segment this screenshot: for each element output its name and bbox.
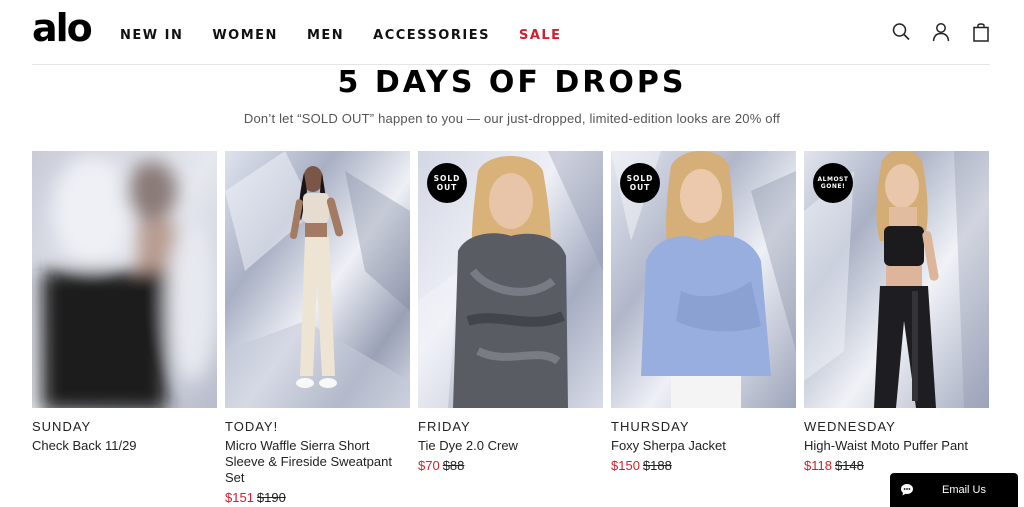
product-price: $118 $148 xyxy=(804,458,989,473)
model-waffle-set-image xyxy=(225,151,410,408)
product-name[interactable]: Micro Waffle Sierra Short Sleeve & Fires… xyxy=(225,438,410,486)
product-day: FRIDAY xyxy=(418,419,471,434)
product-day: TODAY! xyxy=(225,419,279,434)
header-icons xyxy=(892,22,990,42)
product-card-thursday[interactable]: SOLD OUT THURSDAY Foxy Sherpa Jacket $150… xyxy=(611,151,796,505)
bag-icon[interactable] xyxy=(972,22,990,42)
product-day: WEDNESDAY xyxy=(804,419,896,434)
chat-bubble-icon xyxy=(901,484,913,496)
product-price: $70 $88 xyxy=(418,458,603,473)
sale-price: $151 xyxy=(225,490,254,505)
email-us-button[interactable]: Email Us xyxy=(890,473,1018,507)
alo-logo[interactable]: alo xyxy=(32,8,93,48)
email-us-label: Email Us xyxy=(942,484,987,496)
sale-price: $150 xyxy=(611,458,640,473)
main-nav: NEW IN WOMEN MEN ACCESSORIES SALE xyxy=(120,28,591,43)
original-price: $88 xyxy=(442,458,465,473)
nav-sale[interactable]: SALE xyxy=(519,28,562,43)
product-name[interactable]: Check Back 11/29 xyxy=(32,438,217,454)
product-image[interactable]: ALMOST GONE! xyxy=(804,151,989,408)
product-day: SUNDAY xyxy=(32,419,92,434)
sold-out-badge: SOLD OUT xyxy=(427,163,467,203)
product-name[interactable]: Foxy Sherpa Jacket xyxy=(611,438,796,454)
nav-accessories[interactable]: ACCESSORIES xyxy=(373,28,490,43)
nav-men[interactable]: MEN xyxy=(307,28,344,43)
product-card-today[interactable]: TODAY! Micro Waffle Sierra Short Sleeve … xyxy=(225,151,410,505)
product-price: $150 $188 xyxy=(611,458,796,473)
product-price: $151 $190 xyxy=(225,490,410,505)
original-price: $190 xyxy=(256,490,286,505)
original-price: $188 xyxy=(642,458,672,473)
sale-price: $118 xyxy=(804,458,832,473)
sale-price: $70 xyxy=(418,458,440,473)
product-name[interactable]: Tie Dye 2.0 Crew xyxy=(418,438,603,454)
product-name[interactable]: High-Waist Moto Puffer Pant xyxy=(804,438,989,454)
product-day: THURSDAY xyxy=(611,419,690,434)
product-image[interactable] xyxy=(225,151,410,408)
almost-gone-badge: ALMOST GONE! xyxy=(813,163,853,203)
sold-out-badge: SOLD OUT xyxy=(620,163,660,203)
nav-new-in[interactable]: NEW IN xyxy=(120,28,183,43)
nav-women[interactable]: WOMEN xyxy=(212,28,278,43)
page-subtitle: Don’t let “SOLD OUT” happen to you — our… xyxy=(243,111,781,126)
product-grid: SUNDAY Check Back 11/29 TODAY! Micro Waf… xyxy=(32,151,990,505)
search-icon[interactable] xyxy=(892,22,910,42)
product-image[interactable] xyxy=(32,151,217,408)
product-image[interactable]: SOLD OUT xyxy=(611,151,796,408)
product-card-sunday[interactable]: SUNDAY Check Back 11/29 xyxy=(32,151,217,505)
blurred-teaser-image xyxy=(32,151,217,408)
product-card-friday[interactable]: SOLD OUT FRIDAY Tie Dye 2.0 Crew $70 $88 xyxy=(418,151,603,505)
site-header: alo NEW IN WOMEN MEN ACCESSORIES SALE xyxy=(0,0,1024,66)
account-icon[interactable] xyxy=(932,22,950,42)
original-price: $148 xyxy=(834,458,864,473)
product-card-wednesday[interactable]: ALMOST GONE! WEDNESDAY High-Waist Moto Pu… xyxy=(804,151,989,505)
product-image[interactable]: SOLD OUT xyxy=(418,151,603,408)
page-title: 5 DAYS OF DROPS xyxy=(337,65,687,100)
